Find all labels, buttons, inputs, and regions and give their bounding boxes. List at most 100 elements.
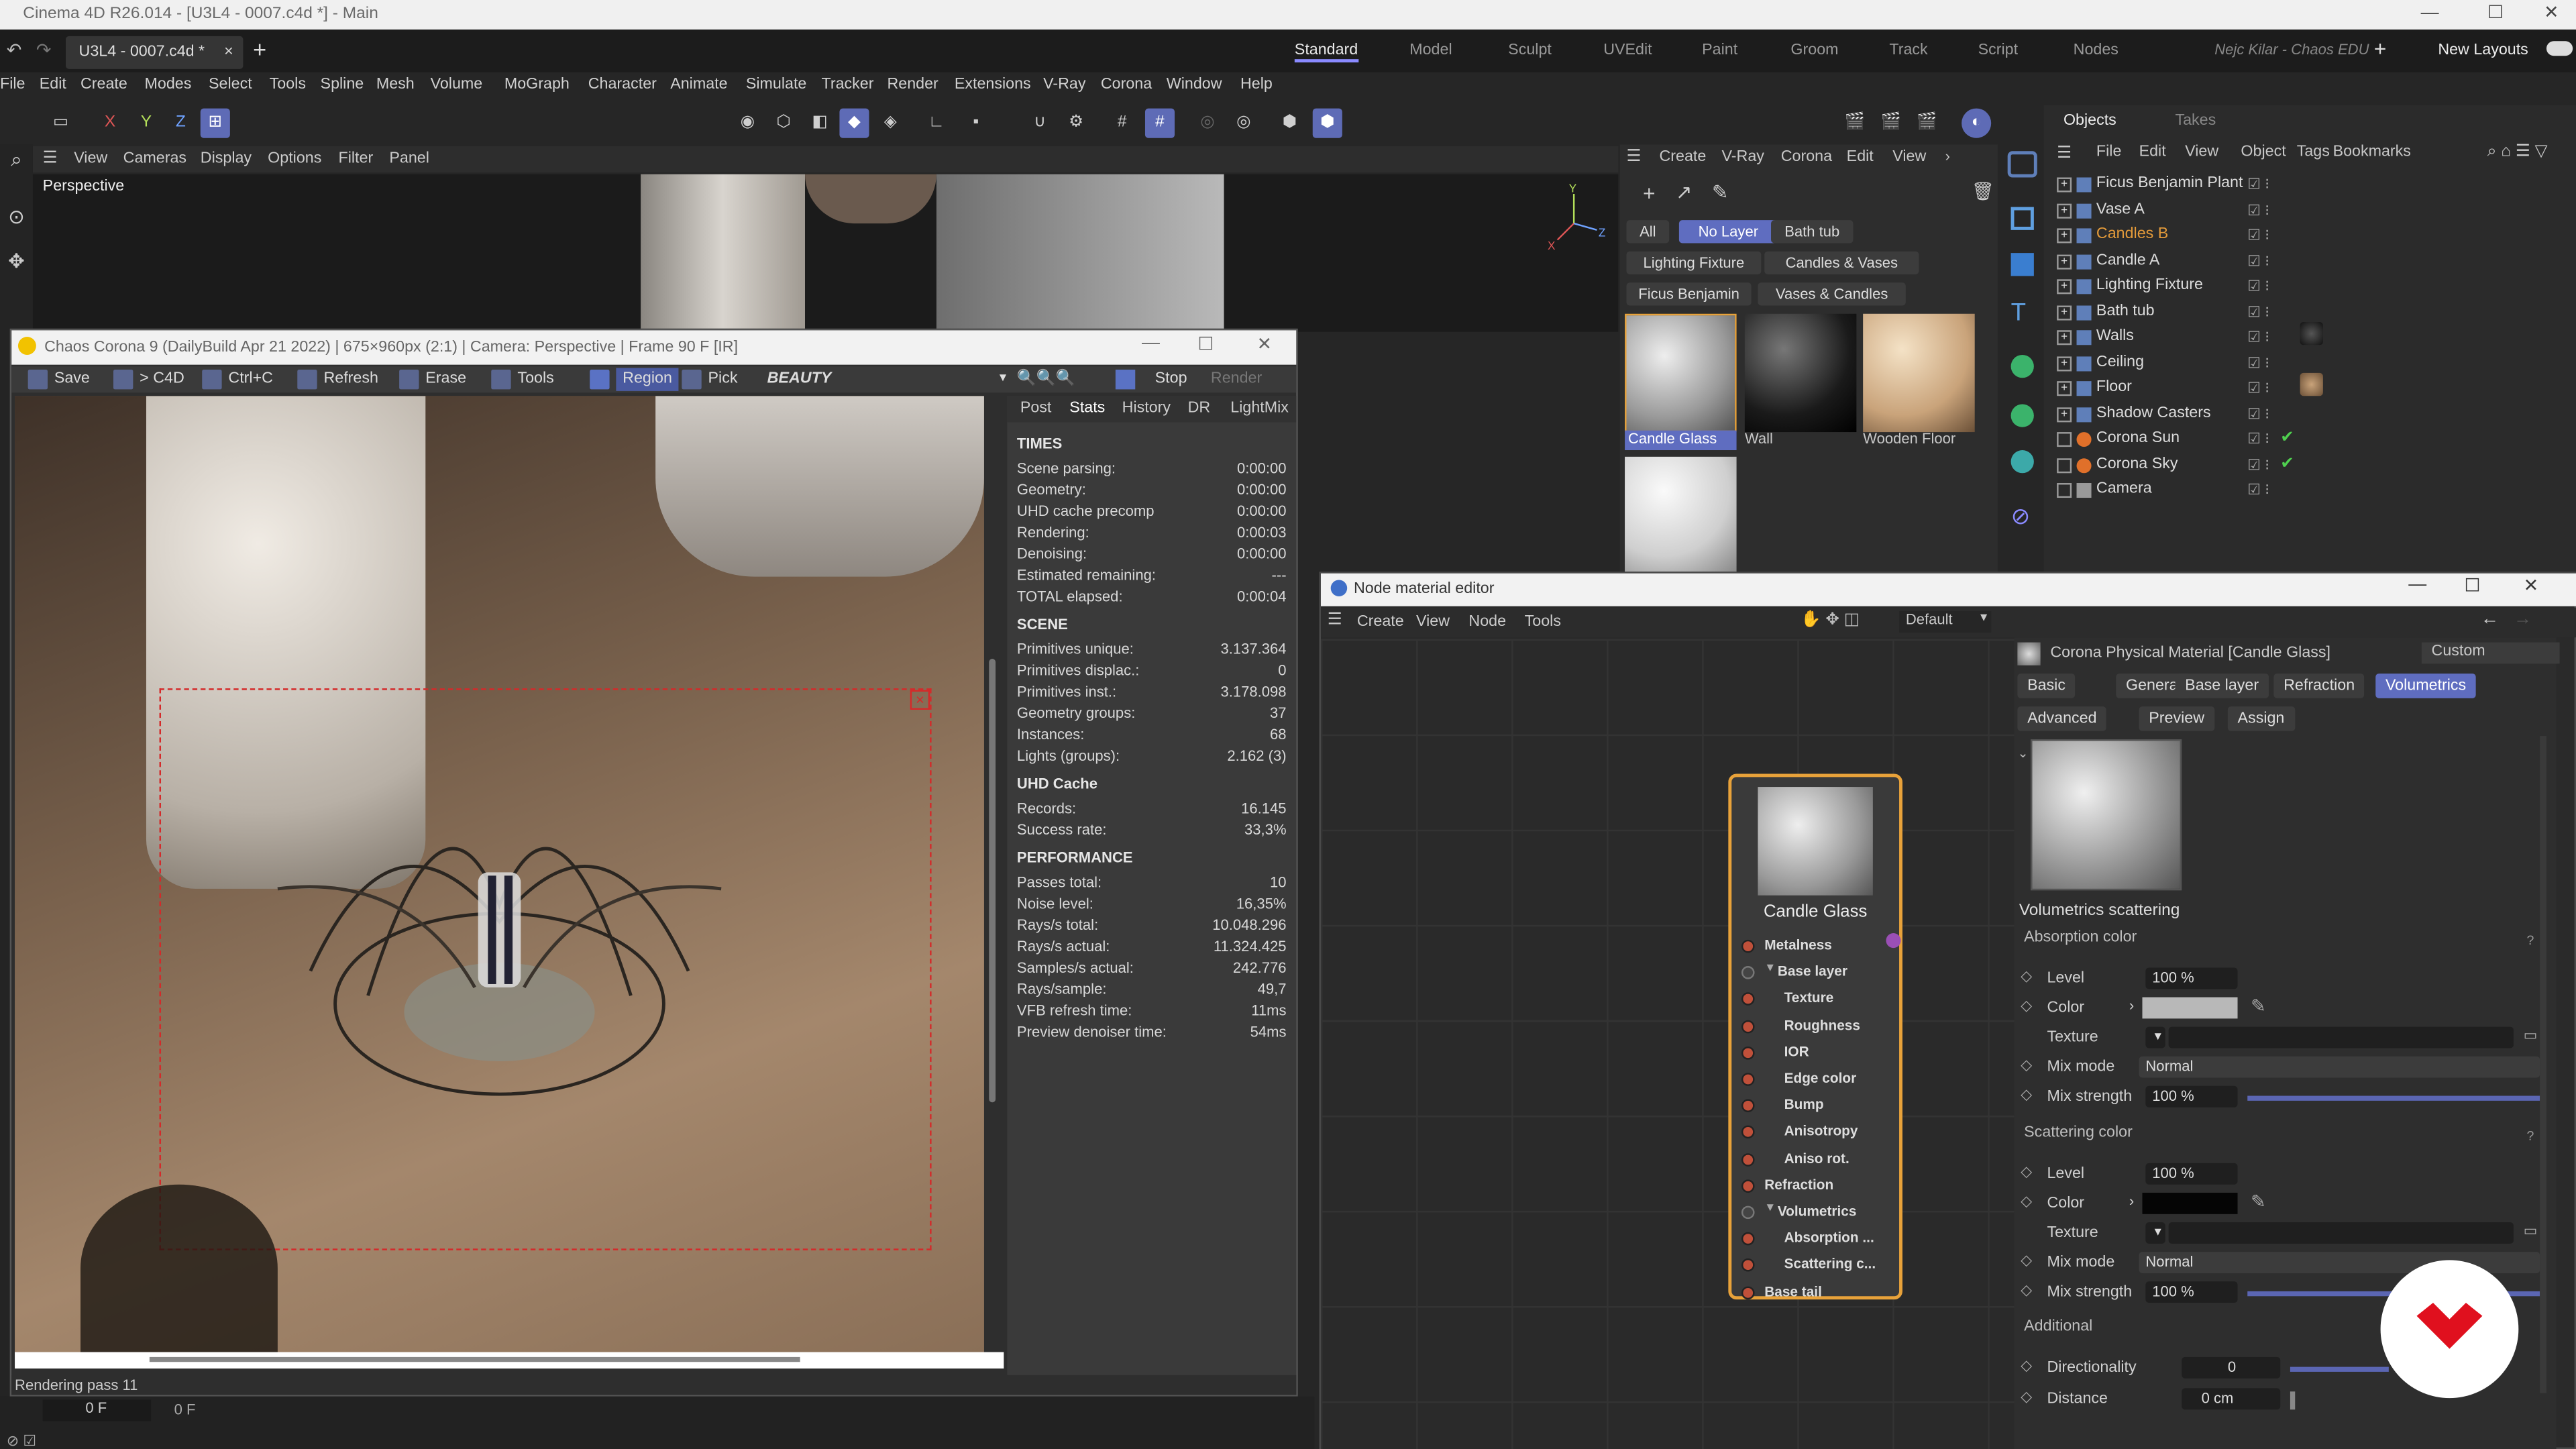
objects-menu-file[interactable]: File (2096, 143, 2122, 161)
expand-icon[interactable]: + (2057, 203, 2072, 218)
viewport-menu-view[interactable]: View (74, 150, 107, 168)
port-dot[interactable] (1741, 1258, 1755, 1273)
menu-help[interactable]: Help (1240, 76, 1273, 94)
abs-color-swatch[interactable] (2142, 997, 2238, 1019)
abs-level-field[interactable]: 100 % (2145, 967, 2238, 989)
vfb-tab-stats[interactable]: Stats (1069, 399, 1105, 417)
document-tab[interactable]: U3L4 - 0007.c4d * × (65, 36, 244, 69)
walls-material-tag[interactable] (2300, 322, 2323, 345)
sc-texture-field[interactable] (2168, 1222, 2514, 1244)
selection-icon[interactable] (2007, 151, 2037, 178)
directionality-slider[interactable] (2290, 1366, 2389, 1372)
layout-tab-track[interactable]: Track (1889, 41, 1927, 59)
move-tool-icon[interactable]: ✥ (0, 250, 33, 282)
material-pick-icon[interactable]: ✎ (1712, 180, 1729, 203)
port-dot[interactable] (1741, 939, 1755, 953)
lock-icon[interactable]: ◎ (1193, 109, 1222, 138)
nme-forward-icon[interactable]: → (2514, 610, 2532, 629)
port-dot[interactable] (1741, 1019, 1755, 1033)
add-layout-icon[interactable]: + (2374, 36, 2387, 61)
menu-character[interactable]: Character (588, 76, 657, 94)
vfb-stop-button[interactable]: Stop (1155, 368, 1187, 391)
add-material-icon[interactable]: + (1643, 180, 1656, 205)
expand-icon[interactable]: + (2057, 381, 2072, 396)
node-port[interactable]: Anisotropy (1741, 1121, 1899, 1146)
keyframe-icon[interactable]: ◇ (2021, 967, 2032, 985)
uv-mode-icon[interactable]: ◈ (875, 109, 905, 138)
vfb-tool-save[interactable]: Save (54, 368, 90, 391)
workplane-icon[interactable]: ⚙ (1061, 109, 1091, 138)
fields-icon[interactable] (2010, 450, 2034, 474)
minimize-button[interactable]: — (2405, 0, 2454, 30)
vfb-close-button[interactable]: ✕ (1256, 333, 1272, 355)
vfb-zoom-icons[interactable]: 🔍🔍🔍 (1017, 368, 1099, 391)
expand-icon[interactable]: + (2057, 177, 2072, 193)
menu-animate[interactable]: Animate (670, 76, 727, 94)
visibility-icon[interactable]: ☑ ⁝ (2247, 380, 2269, 398)
port-dot[interactable] (1741, 1152, 1755, 1166)
region-close-icon[interactable]: × (910, 690, 930, 710)
visibility-icon[interactable]: ☑ ⁝ (2247, 329, 2269, 347)
nme-menu-view[interactable]: View (1416, 612, 1450, 631)
render-settings-icon[interactable]: ⬢ (1312, 108, 1342, 138)
nme-menu-tools[interactable]: Tools (1525, 612, 1561, 631)
sc-texture-dropdown-icon[interactable]: ▼ (2145, 1222, 2165, 1244)
abs-eyedropper-icon[interactable]: ✎ (2251, 996, 2266, 1017)
deformer-icon[interactable] (2010, 404, 2034, 427)
target-icon[interactable]: ◎ (1229, 109, 1258, 138)
layout-tab-model[interactable]: Model (1409, 41, 1452, 59)
layout-tab-paint[interactable]: Paint (1702, 41, 1737, 59)
visibility-icon[interactable]: ☑ ⁝ (2247, 405, 2269, 423)
attr-tab-basic[interactable]: Basic (2017, 674, 2076, 698)
absorption-help-icon[interactable]: ? (2527, 933, 2534, 948)
maximize-button[interactable]: ☐ (2471, 0, 2520, 30)
keyframe-icon[interactable]: ◇ (2021, 1086, 2032, 1104)
keyframe-icon[interactable]: ◇ (2021, 1357, 2032, 1375)
vfb-channel-select[interactable]: BEAUTY (767, 368, 832, 391)
node-port[interactable]: Refraction (1741, 1175, 1899, 1199)
menu-tracker[interactable]: Tracker (822, 76, 874, 94)
check-icon[interactable]: ✔ (2280, 429, 2294, 447)
magnet-icon[interactable]: ∪ (1025, 109, 1055, 138)
expand-icon[interactable]: + (2057, 407, 2072, 422)
node-port[interactable]: Texture (1741, 988, 1899, 1013)
menu-window[interactable]: Window (1167, 76, 1222, 94)
expand-icon[interactable]: + (2057, 330, 2072, 345)
redo-icon[interactable]: ↷ (36, 40, 52, 60)
material-menu-icon[interactable]: ☰ (1627, 148, 1642, 166)
objects-search-icon[interactable]: ⌕ ⌂ ☰ ▽ (2487, 143, 2548, 161)
check-icon[interactable]: ✔ (2280, 454, 2294, 472)
material-menu-edit[interactable]: Edit (1847, 148, 1874, 166)
viewport[interactable]: Perspective Y X Z ✋ ✥ ⟲ ▣ (32, 174, 1619, 332)
attr-tab-assign[interactable]: Assign (2227, 706, 2295, 731)
axis-x-button[interactable]: X (95, 109, 125, 138)
node-port[interactable]: Absorption ... (1741, 1228, 1899, 1252)
visibility-icon[interactable]: ☑ ⁝ (2247, 278, 2269, 296)
node-port[interactable]: Aniso rot. (1741, 1148, 1899, 1173)
corona-ir-icon[interactable]: ◐ (1962, 108, 1992, 138)
layout-tab-uvedit[interactable]: UVEdit (1603, 41, 1652, 59)
sc-level-field[interactable]: 100 % (2145, 1163, 2238, 1185)
material-swatch-candle-glass[interactable] (1625, 313, 1737, 433)
visibility-icon[interactable]: ☑ ⁝ (2247, 201, 2269, 219)
port-dot[interactable] (1741, 993, 1755, 1006)
nme-menu-node[interactable]: Node (1468, 612, 1506, 631)
material-swatch-white[interactable] (1625, 456, 1737, 572)
material-menu-create[interactable]: Create (1659, 148, 1706, 166)
vfb-tool-ctrl-c[interactable]: Ctrl+C (228, 368, 273, 391)
node-candle-glass[interactable]: Candle Glass Metalness ▼ Base layer Text… (1728, 773, 1902, 1300)
objects-menu-edit[interactable]: Edit (2139, 143, 2166, 161)
attr-tab-preview[interactable]: Preview (2139, 706, 2214, 731)
port-dot[interactable] (1741, 1126, 1755, 1140)
viewport-menu-filter[interactable]: Filter (338, 150, 373, 168)
menu-extensions[interactable]: Extensions (955, 76, 1031, 94)
material-filter-lighting-fixture[interactable]: Lighting Fixture (1626, 251, 1762, 274)
expand-icon[interactable] (2057, 432, 2072, 447)
node-port[interactable]: Scattering c... (1741, 1254, 1899, 1279)
material-label-wooden-floor[interactable]: Wooden Floor (1863, 431, 1955, 447)
material-menu-view[interactable]: View (1892, 148, 1926, 166)
material-filter-all[interactable]: All (1626, 220, 1670, 244)
keyframe-icon[interactable]: ◇ (2021, 1281, 2032, 1299)
shapes-icon[interactable] (2010, 253, 2034, 276)
nme-menu-create[interactable]: Create (1357, 612, 1404, 631)
